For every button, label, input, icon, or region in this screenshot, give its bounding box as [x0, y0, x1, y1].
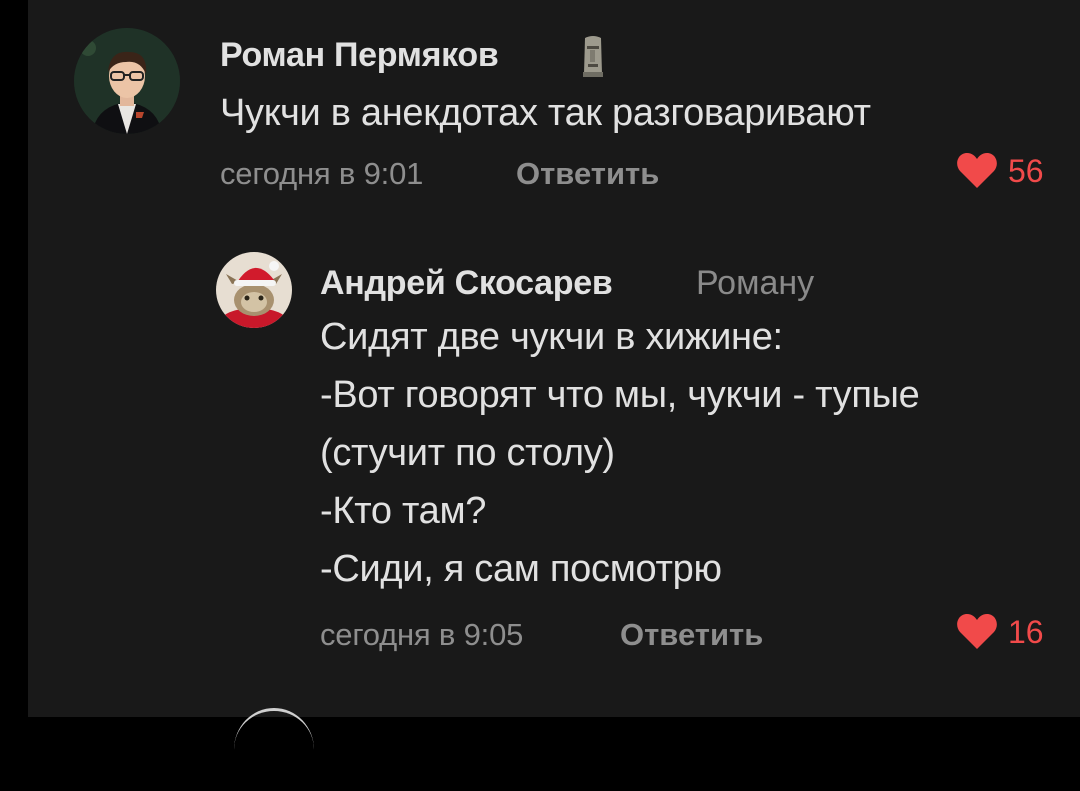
- comment-text: Чукчи в анекдотах так разговаривают: [220, 84, 871, 142]
- comment-text: Сидят две чукчи в хижине: -Вот говорят ч…: [320, 308, 920, 598]
- reply-to-link[interactable]: Роману: [696, 264, 814, 303]
- comment-timestamp: сегодня в 9:01: [220, 156, 424, 191]
- avatar[interactable]: [74, 28, 180, 134]
- like-count: 16: [1008, 613, 1044, 650]
- comment-author[interactable]: Андрей Скосарев: [320, 264, 613, 303]
- avatar-cat-photo-icon: [216, 252, 292, 328]
- avatar-photo-icon: [74, 28, 180, 134]
- avatar[interactable]: [216, 252, 292, 328]
- like-button[interactable]: 16: [956, 613, 1044, 651]
- comment-timestamp: сегодня в 9:05: [320, 617, 524, 652]
- next-comment-avatar-partial: [234, 708, 314, 791]
- comment-author[interactable]: Роман Пермяков: [220, 36, 499, 75]
- like-button[interactable]: 56: [956, 152, 1044, 190]
- comment-item: Андрей Скосарев Роману Сидят две чукчи в…: [28, 230, 1080, 670]
- reply-button[interactable]: Ответить: [516, 156, 659, 192]
- comment-text-line: (стучит по столу): [320, 432, 615, 474]
- like-count: 56: [1008, 152, 1044, 189]
- comment-text-line: -Кто там?: [320, 490, 487, 532]
- comment-text-line: -Вот говорят что мы, чукчи - тупые: [320, 374, 920, 416]
- reply-button[interactable]: Ответить: [620, 617, 763, 653]
- comment-text-line: Сидят две чукчи в хижине:: [320, 316, 783, 358]
- heart-icon: [957, 153, 997, 188]
- comments-panel: Роман Пермяков Чукчи в анекдотах так раз…: [28, 0, 1080, 717]
- comment-item: Роман Пермяков Чукчи в анекдотах так раз…: [28, 0, 1080, 230]
- moai-emoji-icon: [580, 34, 606, 78]
- heart-icon: [957, 614, 997, 649]
- comment-text-line: Чукчи в анекдотах так разговаривают: [220, 92, 871, 134]
- comment-text-line: -Сиди, я сам посмотрю: [320, 548, 722, 590]
